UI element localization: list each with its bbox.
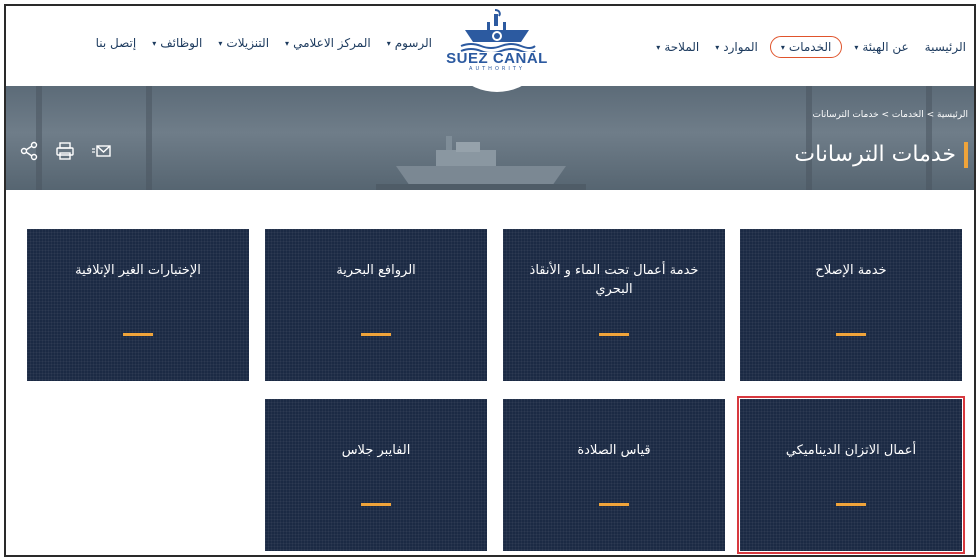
nav-label: الموارد (723, 40, 758, 54)
card-accent-bar (836, 503, 866, 506)
card-accent-bar (599, 503, 629, 506)
nav-left-group: الرسوم ▾ المركز الاعلامي ▾ التنزيلات ▾ الوظ… (20, 36, 440, 50)
nav-item-downloads[interactable]: التنزيلات ▾ (210, 36, 277, 50)
card-accent-bar (599, 333, 629, 336)
caret-down-icon: ▾ (656, 42, 661, 52)
ship-emblem-icon (460, 9, 536, 52)
nav-label: الوظائف (160, 36, 203, 50)
nav-label: التنزيلات (226, 36, 270, 50)
service-card[interactable]: خدمة أعمال تحت الماء و الأنقاذ البحري (503, 229, 725, 381)
background-pier (926, 86, 932, 190)
page-title: خدمات الترسانات (794, 142, 968, 168)
card-title: أعمال الاتزان الديناميكي (785, 443, 917, 458)
card-title: الروافع البحرية (336, 263, 416, 278)
nav-item-jobs[interactable]: الوظائف ▾ (144, 36, 210, 50)
service-card[interactable]: الروافع البحرية (265, 229, 487, 381)
card-title: خدمة الإصلاح (815, 263, 887, 278)
nav-item-media-center[interactable]: المركز الاعلامي ▾ (277, 36, 379, 50)
card-accent-bar (836, 333, 866, 336)
page-tools (18, 140, 112, 162)
caret-down-icon: ▾ (218, 38, 223, 48)
caret-down-icon: ▾ (715, 42, 720, 52)
card-title: خدمة أعمال تحت الماء و الأنقاذ البحري (529, 263, 699, 297)
nav-item-services[interactable]: الخدمات ▾ (769, 36, 843, 58)
share-icon[interactable] (18, 140, 40, 162)
nav-label: عن الهيئة (862, 40, 909, 54)
caret-down-icon: ▾ (386, 38, 391, 48)
service-card-highlighted[interactable]: أعمال الاتزان الديناميكي (737, 396, 965, 554)
email-icon[interactable] (90, 140, 112, 162)
nav-label: الملاحة (664, 40, 700, 54)
ship-background-image (376, 136, 586, 190)
nav-label: المركز الاعلامي (293, 36, 371, 50)
caret-down-icon: ▾ (285, 38, 290, 48)
caret-down-icon: ▾ (780, 42, 785, 52)
page-frame: الرئيسية عن الهيئة ▾ الخدمات ▾ الموارد ▾ ال… (4, 4, 976, 557)
nav-right-group: الرئيسية عن الهيئة ▾ الخدمات ▾ الموارد ▾ ال… (648, 36, 974, 58)
nav-label: إتصل بنا (95, 36, 137, 50)
nav-item-resources[interactable]: الموارد ▾ (707, 40, 766, 54)
logo-title: SUEZ CANAL (446, 50, 548, 67)
background-pier (806, 86, 812, 190)
background-pier (36, 86, 42, 190)
card-title: الإختبارات الغير الإتلافية (75, 263, 201, 278)
card-title: الفايبر جلاس (341, 443, 411, 458)
nav-item-fees[interactable]: الرسوم ▾ (379, 36, 440, 50)
print-icon[interactable] (54, 140, 76, 162)
service-card[interactable]: قياس الصلادة (503, 399, 725, 551)
service-card[interactable]: الفايبر جلاس (265, 399, 487, 551)
nav-item-home[interactable]: الرئيسية (917, 40, 974, 54)
page-banner: الرئيسية > الخدمات > خدمات الترسانات خدم… (6, 86, 974, 190)
breadcrumb[interactable]: الرئيسية > الخدمات > خدمات الترسانات (813, 110, 968, 120)
caret-down-icon: ▾ (854, 42, 859, 52)
logo-subtitle: AUTHORITY (469, 66, 525, 72)
card-accent-bar (361, 503, 391, 506)
background-pier (146, 86, 152, 190)
service-card[interactable]: خدمة الإصلاح (740, 229, 962, 381)
nav-item-about[interactable]: عن الهيئة ▾ (846, 40, 916, 54)
nav-label: الخدمات (788, 40, 832, 54)
card-accent-bar (361, 333, 391, 336)
card-accent-bar (123, 333, 153, 336)
services-grid: خدمة الإصلاح خدمة أعمال تحت الماء و الأن… (6, 190, 974, 555)
service-card[interactable]: الإختبارات الغير الإتلافية (27, 229, 249, 381)
nav-item-contact[interactable]: إتصل بنا (88, 36, 145, 50)
caret-down-icon: ▾ (152, 38, 157, 48)
nav-label: الرئيسية (924, 40, 966, 54)
nav-item-navigation[interactable]: الملاحة ▾ (648, 40, 707, 54)
card-title: قياس الصلادة (577, 443, 651, 458)
nav-label: الرسوم (394, 36, 432, 50)
